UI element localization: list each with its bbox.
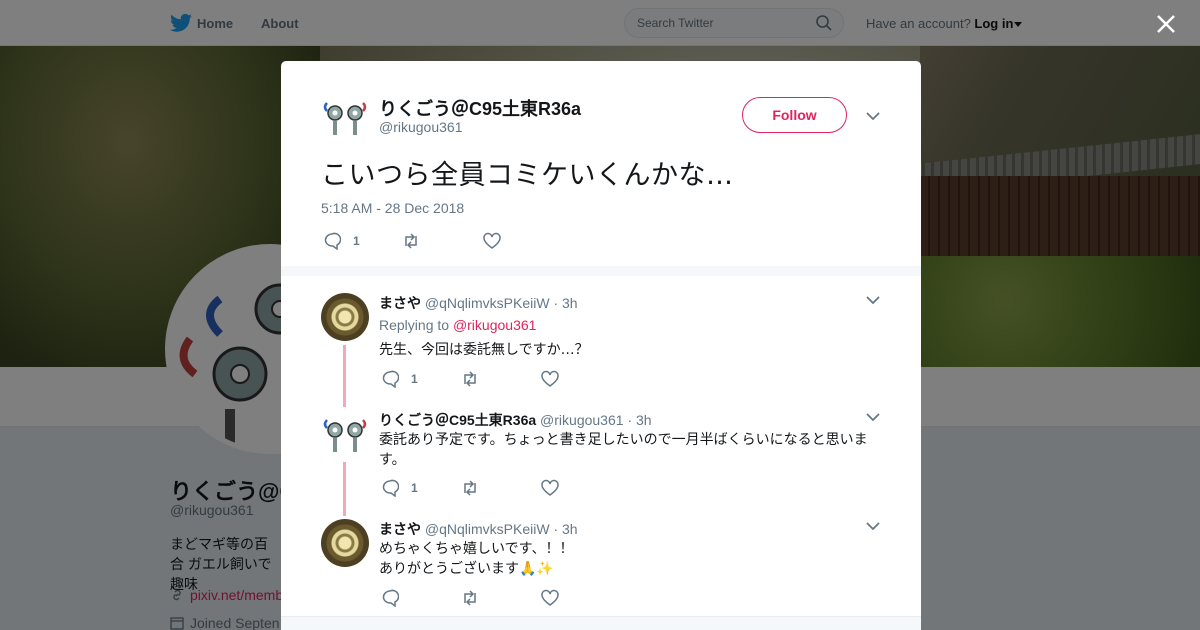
reply-count: 1 (411, 372, 418, 386)
chevron-down-icon[interactable] (866, 412, 880, 422)
reply-author-avatar[interactable] (321, 293, 369, 341)
reply-header: まさや @qNqlimvksPKeiiW · 3h (379, 293, 578, 313)
reply-text: 先生、今回は委託無しですか…？ (379, 342, 589, 358)
tweet-timestamp[interactable]: 5:18 AM - 28 Dec 2018 (321, 200, 464, 216)
like-action[interactable] (483, 232, 501, 250)
reply-author-avatar[interactable] (321, 410, 369, 458)
tweet-author-avatar[interactable] (321, 93, 369, 141)
section-divider (281, 266, 921, 276)
reply-icon (382, 589, 399, 607)
replying-to-link[interactable]: @rikugou361 (453, 317, 537, 333)
thread-line (343, 345, 346, 407)
reply-icon (324, 232, 341, 250)
reply-action[interactable]: 1 (381, 479, 418, 497)
heart-icon (541, 589, 559, 606)
reply-count: 1 (411, 481, 418, 495)
reply-text: 委託あり予定です。ちょっと書き足したいので一月半ばくらいになると思います。 (379, 432, 868, 468)
retweet-icon (464, 371, 476, 387)
retweet-icon (464, 590, 476, 606)
follow-button[interactable]: Follow (742, 97, 847, 133)
tweet-modal: りくごう＠C95土東R36a @rikugou361 Follow こいつら全員… (281, 61, 921, 630)
like-action[interactable] (541, 479, 559, 497)
retweet-icon (405, 233, 417, 249)
reply-action[interactable]: 1 (323, 232, 360, 250)
reply-author-handle[interactable]: @qNqlimvksPKeiiW (425, 295, 550, 311)
reply-action[interactable] (381, 589, 399, 607)
reply-tweet[interactable]: りくごう＠C95土東R36a @rikugou361 · 3h 委託あり予定です… (281, 410, 921, 516)
chevron-down-icon[interactable] (866, 521, 880, 531)
close-icon[interactable] (1156, 14, 1176, 34)
reply-text-line: ありがとうございます🙏✨ (379, 561, 554, 577)
reply-icon (382, 370, 399, 388)
retweet-action[interactable] (461, 370, 479, 388)
tweet-author-handle[interactable]: @rikugou361 (379, 119, 463, 135)
chevron-down-icon[interactable] (866, 295, 880, 305)
magnemite-avatar-icon (323, 102, 367, 135)
replying-to: Replying to @rikugou361 (379, 317, 536, 333)
heart-icon (483, 232, 501, 249)
modal-footer (281, 616, 921, 630)
reply-count: 1 (353, 234, 360, 248)
like-action[interactable] (541, 370, 559, 388)
retweet-action[interactable] (461, 479, 479, 497)
reply-time[interactable]: · 3h (627, 412, 651, 428)
reply-time[interactable]: · 3h (553, 521, 577, 537)
reply-author-name[interactable]: まさや (379, 521, 421, 537)
heart-icon (541, 479, 559, 496)
reply-tweet[interactable]: まさや @qNqlimvksPKeiiW · 3h めちゃくちゃ嬉しいです、！！… (281, 519, 921, 614)
reply-time[interactable]: · 3h (553, 295, 577, 311)
reply-action[interactable]: 1 (381, 370, 418, 388)
reply-tweet[interactable]: まさや @qNqlimvksPKeiiW · 3h Replying to @r… (281, 293, 921, 407)
reply-author-handle[interactable]: @rikugou361 (540, 412, 624, 428)
thread-line (343, 462, 346, 516)
reply-author-handle[interactable]: @qNqlimvksPKeiiW (425, 521, 550, 537)
reply-icon (382, 479, 399, 497)
replying-to-label: Replying to (379, 317, 450, 333)
heart-icon (541, 370, 559, 387)
tweet-author-name[interactable]: りくごう＠C95土東R36a (379, 95, 581, 121)
retweet-action[interactable] (402, 232, 420, 250)
chevron-down-icon[interactable] (866, 111, 880, 121)
reply-header: りくごう＠C95土東R36a @rikugou361 · 3h (379, 410, 652, 430)
reply-author-avatar[interactable] (321, 519, 369, 567)
retweet-action[interactable] (461, 589, 479, 607)
reply-text: めちゃくちゃ嬉しいです、！！ ありがとうございます🙏✨ (379, 539, 879, 579)
reply-header: まさや @qNqlimvksPKeiiW · 3h (379, 519, 578, 539)
reply-author-name[interactable]: まさや (379, 295, 421, 311)
reply-author-name[interactable]: りくごう＠C95土東R36a (379, 412, 536, 428)
tweet-text: こいつら全員コミケいくんかな… (321, 160, 734, 191)
like-action[interactable] (541, 589, 559, 607)
reply-text-line: めちゃくちゃ嬉しいです、！！ (379, 541, 574, 557)
retweet-icon (464, 480, 476, 496)
magnemite-avatar-icon (323, 419, 367, 452)
